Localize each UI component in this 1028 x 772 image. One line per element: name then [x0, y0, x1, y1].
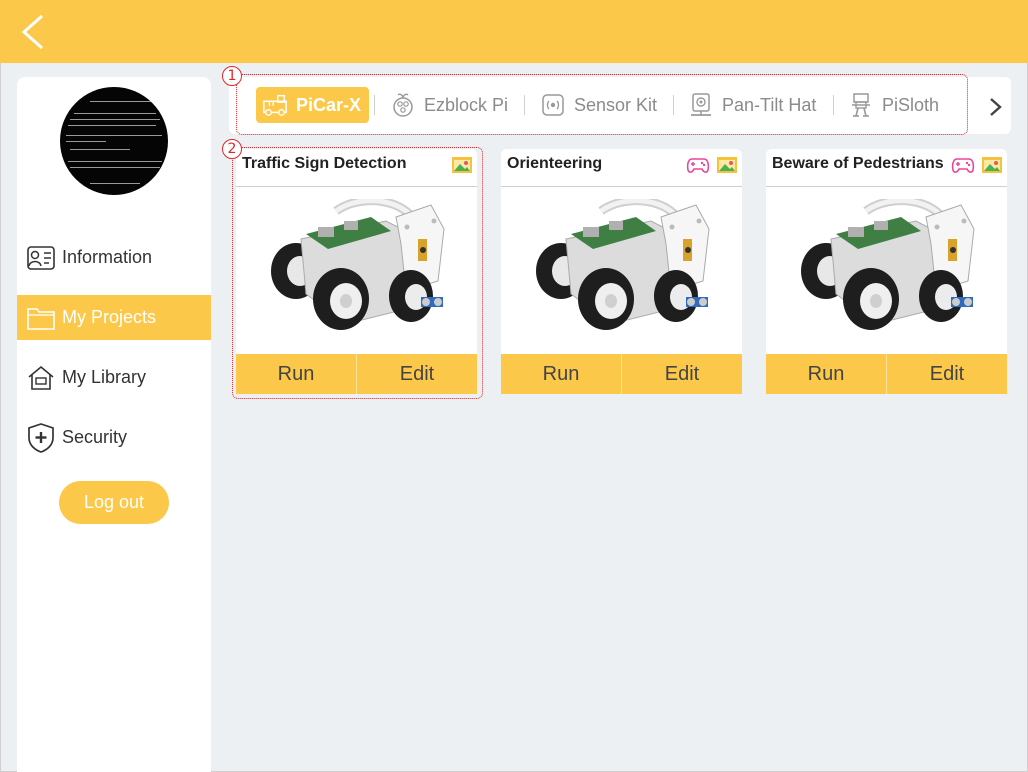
project-card[interactable]: Orienteering Run Edit [501, 149, 742, 394]
sidebar-item-my-projects[interactable]: My Projects [17, 295, 211, 340]
card-divider [236, 186, 477, 187]
tab-label: Pan-Tilt Hat [722, 94, 817, 115]
run-button[interactable]: Run [766, 354, 886, 394]
picar-icon [262, 92, 288, 118]
camera-icon [688, 92, 714, 118]
tab-label: PiCar-X [296, 94, 362, 115]
tab-label: Ezblock Pi [424, 94, 509, 115]
home-library-icon [26, 363, 56, 393]
image-icon [716, 155, 738, 180]
annotation-badge-2: 2 [222, 139, 242, 159]
tab-pisloth[interactable]: PiSloth [848, 87, 939, 123]
project-title: Beware of Pedestrians [772, 155, 944, 172]
sidebar-item-label: Security [62, 427, 128, 447]
id-card-icon [26, 243, 56, 273]
sidebar: Information My Projects My Library Secur… [17, 77, 211, 772]
project-card[interactable]: Beware of Pedestrians Run Edit [766, 149, 1007, 394]
tab-divider [374, 95, 375, 115]
card-divider [766, 186, 1007, 187]
annotation-badge-1: 1 [222, 66, 242, 86]
top-bar [0, 0, 1028, 63]
back-button[interactable] [18, 12, 48, 52]
tab-pan-tilt-hat[interactable]: Pan-Tilt Hat [688, 87, 816, 123]
sensor-icon [540, 92, 566, 118]
tab-divider [673, 95, 674, 115]
tab-picar-x[interactable]: PiCar-X [256, 87, 370, 123]
tab-sensor-kit[interactable]: Sensor Kit [540, 87, 657, 123]
tab-divider [524, 95, 525, 115]
edit-button[interactable]: Edit [886, 354, 1007, 394]
folder-icon [26, 303, 56, 333]
run-button[interactable]: Run [236, 354, 356, 394]
chevron-left-icon [21, 14, 43, 50]
shield-plus-icon [26, 422, 56, 453]
project-card[interactable]: Traffic Sign Detection Run Edit [236, 149, 477, 394]
tab-label: PiSloth [882, 94, 940, 115]
picar-image [796, 199, 977, 344]
sidebar-item-label: My Library [62, 367, 147, 387]
sidebar-item-my-library[interactable]: My Library [17, 355, 211, 400]
avatar[interactable] [60, 87, 168, 195]
picar-image [266, 199, 447, 344]
picar-image [531, 199, 712, 344]
next-categories-button[interactable] [985, 94, 1007, 120]
tab-label: Sensor Kit [574, 94, 658, 115]
robot-icon [848, 92, 874, 118]
edit-button[interactable]: Edit [621, 354, 742, 394]
sidebar-item-security[interactable]: Security [17, 415, 211, 460]
project-title: Orienteering [507, 155, 603, 172]
edit-button[interactable]: Edit [356, 354, 477, 394]
gamepad-icon [951, 155, 975, 180]
sidebar-item-label: Information [62, 247, 153, 267]
image-icon [981, 155, 1003, 180]
gamepad-icon [686, 155, 710, 180]
tab-ezblock-pi[interactable]: Ezblock Pi [390, 87, 508, 123]
sidebar-item-label: My Projects [62, 307, 157, 327]
sidebar-item-information[interactable]: Information [17, 235, 211, 280]
tab-divider [833, 95, 834, 115]
project-title: Traffic Sign Detection [242, 155, 407, 172]
raspberry-icon [390, 92, 416, 118]
logout-button[interactable]: Log out [59, 481, 169, 524]
image-icon [451, 155, 473, 180]
card-divider [501, 186, 742, 187]
chevron-right-icon [990, 98, 1002, 116]
run-button[interactable]: Run [501, 354, 621, 394]
